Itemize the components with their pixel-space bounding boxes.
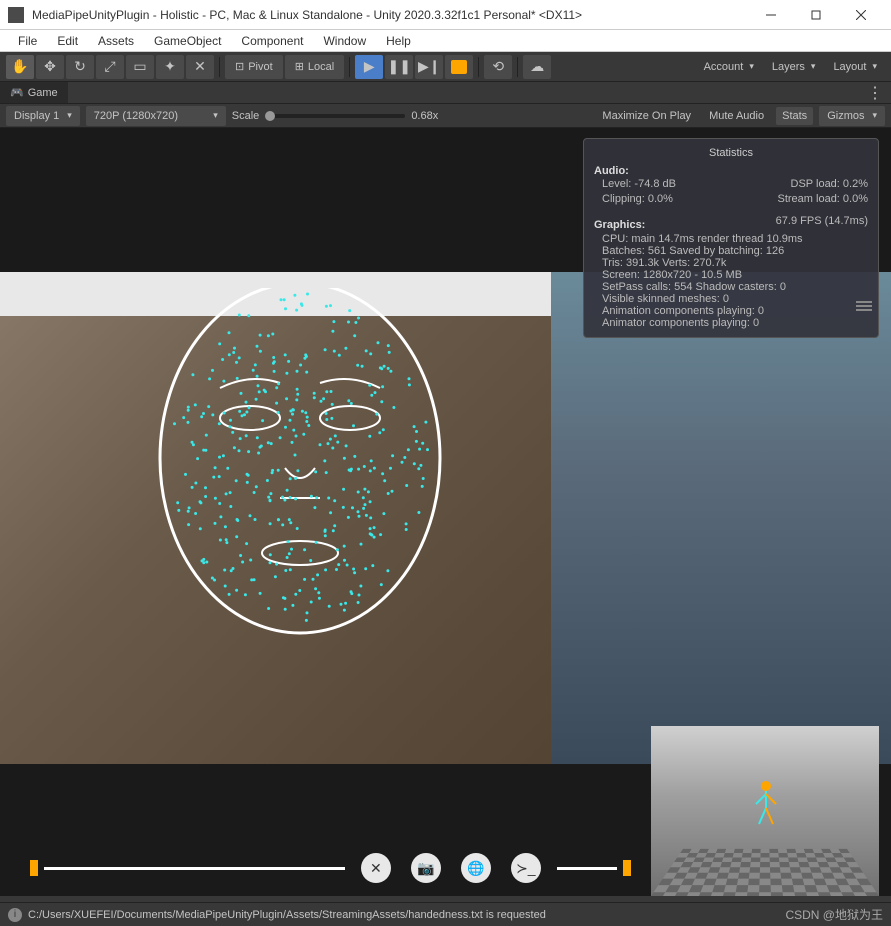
statusbar: i C:/Users/XUEFEI/Documents/MediaPipeUni… bbox=[0, 902, 891, 926]
status-message: C:/Users/XUEFEI/Documents/MediaPipeUnity… bbox=[28, 909, 546, 921]
menu-gameobject[interactable]: GameObject bbox=[144, 34, 231, 48]
layout-dropdown[interactable]: Layout bbox=[825, 55, 885, 79]
close-button[interactable] bbox=[838, 1, 883, 29]
stats-dsp-load: DSP load: 0.2% bbox=[791, 177, 868, 192]
stats-audio-heading: Audio: bbox=[594, 165, 868, 177]
scale-label: Scale bbox=[232, 110, 260, 122]
step-button[interactable]: ▶❙ bbox=[415, 55, 443, 79]
stats-animator-comp: Animator components playing: 0 bbox=[594, 317, 868, 329]
playback-control-bar: ✕ 📷 🌐 ≻_ bbox=[30, 854, 631, 882]
game-controls-bar: Display 1 720P (1280x720) Scale 0.68x Ma… bbox=[0, 104, 891, 128]
stats-anim-comp: Animation components playing: 0 bbox=[594, 305, 868, 317]
hand-tool-button[interactable]: ✋ bbox=[6, 55, 34, 79]
window-title: MediaPipeUnityPlugin - Holistic - PC, Ma… bbox=[32, 8, 748, 22]
layers-dropdown[interactable]: Layers bbox=[764, 55, 824, 79]
pivot-toggle[interactable]: ⊡Pivot bbox=[225, 55, 283, 79]
menu-component[interactable]: Component bbox=[231, 34, 313, 48]
account-dropdown[interactable]: Account bbox=[696, 55, 762, 79]
globe-control-icon[interactable]: 🌐 bbox=[461, 853, 491, 883]
panel-tabs: 🎮Game ⋮ bbox=[0, 82, 891, 104]
tab-menu-icon[interactable]: ⋮ bbox=[859, 83, 891, 103]
maximize-button[interactable] bbox=[793, 1, 838, 29]
pause-button[interactable]: ❚❚ bbox=[385, 55, 413, 79]
transform-tool-button[interactable]: ✦ bbox=[156, 55, 184, 79]
rotate-tool-button[interactable]: ↻ bbox=[66, 55, 94, 79]
play-button[interactable]: ▶ bbox=[355, 55, 383, 79]
menu-help[interactable]: Help bbox=[376, 34, 421, 48]
undo-history-button[interactable]: ⟲ bbox=[484, 55, 512, 79]
unity-logo-icon bbox=[8, 7, 24, 23]
game-icon: 🎮 bbox=[10, 86, 24, 99]
minimize-button[interactable] bbox=[748, 1, 793, 29]
stats-title: Statistics bbox=[594, 147, 868, 159]
stats-screen: Screen: 1280x720 - 10.5 MB bbox=[594, 269, 868, 281]
resolution-dropdown[interactable]: 720P (1280x720) bbox=[86, 106, 226, 126]
move-tool-button[interactable]: ✥ bbox=[36, 55, 64, 79]
face-mesh-overlay bbox=[150, 288, 450, 648]
statistics-panel: Statistics Audio: Level: -74.8 dB DSP lo… bbox=[583, 138, 879, 338]
cloud-button[interactable]: ☁ bbox=[523, 55, 551, 79]
scale-tool-button[interactable]: ⤢ bbox=[96, 55, 124, 79]
local-toggle[interactable]: ⊞Local bbox=[285, 55, 345, 79]
stats-menu-icon[interactable] bbox=[856, 299, 872, 313]
main-toolbar: ✋ ✥ ↻ ⤢ ▭ ✦ ✕ ⊡Pivot ⊞Local ▶ ❚❚ ▶❙ ⟲ ☁ … bbox=[0, 52, 891, 82]
scale-slider[interactable] bbox=[265, 114, 405, 118]
stats-setpass: SetPass calls: 554 Shadow casters: 0 bbox=[594, 281, 868, 293]
menu-file[interactable]: File bbox=[8, 34, 47, 48]
watermark-text: CSDN @地狱为王 bbox=[785, 906, 883, 923]
window-titlebar: MediaPipeUnityPlugin - Holistic - PC, Ma… bbox=[0, 0, 891, 30]
stats-tris: Tris: 391.3k Verts: 270.7k bbox=[594, 257, 868, 269]
progress-marker-left[interactable] bbox=[30, 860, 38, 876]
tab-game[interactable]: 🎮Game bbox=[0, 82, 68, 103]
menu-window[interactable]: Window bbox=[313, 34, 376, 48]
close-control-icon[interactable]: ✕ bbox=[361, 853, 391, 883]
mute-audio-toggle[interactable]: Mute Audio bbox=[703, 110, 770, 122]
stats-toggle[interactable]: Stats bbox=[776, 107, 813, 125]
rect-tool-button[interactable]: ▭ bbox=[126, 55, 154, 79]
stats-audio-clipping: Clipping: 0.0% bbox=[602, 192, 673, 207]
custom-tool-button[interactable]: ✕ bbox=[186, 55, 214, 79]
stats-graphics-heading: Graphics: bbox=[594, 218, 645, 233]
maximize-on-play-toggle[interactable]: Maximize On Play bbox=[596, 110, 697, 122]
camera-control-icon[interactable]: 📷 bbox=[411, 853, 441, 883]
menu-assets[interactable]: Assets bbox=[88, 34, 144, 48]
pose-skeleton-icon bbox=[751, 780, 781, 830]
terminal-control-icon[interactable]: ≻_ bbox=[511, 853, 541, 883]
gizmos-dropdown[interactable]: Gizmos bbox=[819, 106, 885, 126]
stats-audio-level: Level: -74.8 dB bbox=[602, 177, 676, 192]
stats-cpu: CPU: main 14.7ms render thread 10.9ms bbox=[594, 233, 868, 245]
collab-button[interactable] bbox=[445, 55, 473, 79]
stats-stream-load: Stream load: 0.0% bbox=[778, 192, 869, 207]
menubar: File Edit Assets GameObject Component Wi… bbox=[0, 30, 891, 52]
display-dropdown[interactable]: Display 1 bbox=[6, 106, 80, 126]
debug-text-overlay bbox=[0, 188, 8, 708]
scale-value: 0.68x bbox=[411, 110, 438, 122]
info-icon: i bbox=[8, 908, 22, 922]
progress-marker-right[interactable] bbox=[623, 860, 631, 876]
menu-edit[interactable]: Edit bbox=[47, 34, 88, 48]
stats-fps: 67.9 FPS (14.7ms) bbox=[776, 214, 868, 233]
game-viewport: Statistics Audio: Level: -74.8 dB DSP lo… bbox=[0, 128, 891, 896]
pose-preview-pip bbox=[651, 726, 879, 896]
stats-batches: Batches: 561 Saved by batching: 126 bbox=[594, 245, 868, 257]
stats-skinned: Visible skinned meshes: 0 bbox=[594, 293, 868, 305]
